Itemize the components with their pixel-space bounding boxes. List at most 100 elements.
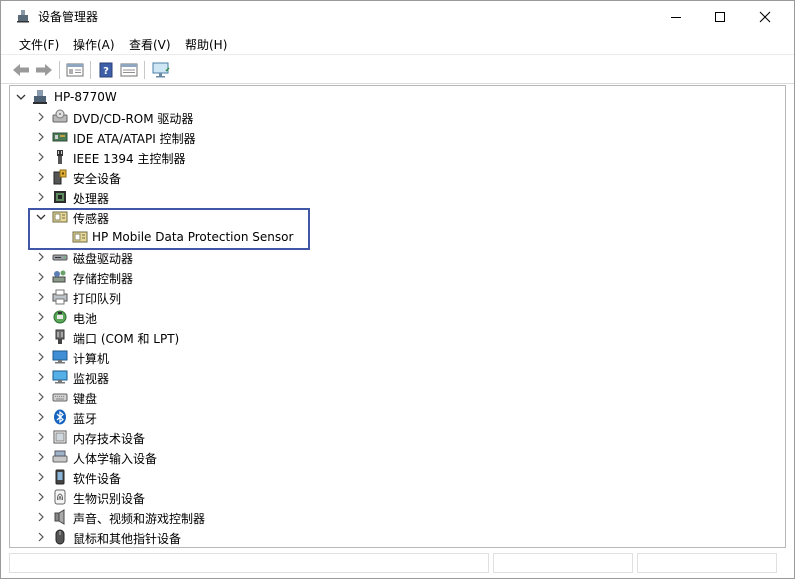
title-bar[interactable]: 设备管理器 (1, 1, 794, 32)
menu-help[interactable]: 帮助(H) (185, 36, 227, 53)
port-icon (55, 329, 65, 344)
tree-category-ide-controller[interactable]: IDE ATA/ATAPI 控制器 (10, 127, 770, 147)
show-hide-console-tree-button[interactable] (65, 60, 85, 80)
tree-category-label: 监视器 (73, 372, 110, 386)
chevron-right-icon[interactable] (36, 312, 46, 322)
tree-category-biometric[interactable]: 生物识别设备 (10, 487, 770, 507)
status-segment (9, 553, 489, 573)
properties-icon (120, 63, 138, 77)
menu-file[interactable]: 文件(F) (19, 36, 59, 53)
close-button[interactable] (742, 1, 788, 32)
tree-category-security-device[interactable]: 安全设备 (10, 167, 770, 187)
tree-category-software-device[interactable]: 软件设备 (10, 467, 770, 487)
tree-category-label: DVD/CD-ROM 驱动器 (73, 112, 194, 126)
device-tree-panel: HP-8770W DVD/CD-ROM 驱动器 IDE ATA/ATAPI 控制器… (9, 85, 786, 548)
device-manager-window: 设备管理器 文件(F) 操作(A) 查看(V) 帮助(H) ? HP-8770W… (0, 0, 795, 579)
chevron-right-icon[interactable] (36, 152, 46, 162)
chevron-right-icon[interactable] (36, 532, 46, 542)
tree-category-label: IDE ATA/ATAPI 控制器 (73, 132, 196, 146)
tree-category-memory-device[interactable]: 内存技术设备 (10, 427, 770, 447)
hid-icon (52, 450, 68, 463)
tree-category-storage-controller[interactable]: 存储控制器 (10, 267, 770, 287)
mouse-icon (55, 529, 65, 545)
chevron-right-icon[interactable] (36, 372, 46, 382)
tree-category-label: 处理器 (73, 192, 110, 206)
chevron-right-icon[interactable] (36, 332, 46, 342)
tree-category-label: 软件设备 (73, 472, 122, 486)
console-tree-icon (66, 63, 84, 77)
chevron-right-icon[interactable] (36, 132, 46, 142)
firewire-icon (57, 150, 63, 164)
chevron-down-icon[interactable] (16, 92, 26, 102)
menu-bar: 文件(F) 操作(A) 查看(V) 帮助(H) (1, 32, 794, 54)
scan-monitor-icon (152, 62, 170, 78)
chevron-right-icon[interactable] (36, 412, 46, 422)
maximize-button[interactable] (697, 1, 743, 32)
tree-category-label: 键盘 (73, 392, 98, 406)
tree-category-firewire[interactable]: IEEE 1394 主控制器 (10, 147, 770, 167)
tree-category-label: 电池 (73, 312, 98, 326)
chevron-right-icon[interactable] (36, 432, 46, 442)
svg-text:?: ? (103, 66, 109, 77)
tree-category-label: IEEE 1394 主控制器 (73, 152, 186, 166)
window-title: 设备管理器 (38, 10, 99, 24)
chevron-right-icon[interactable] (36, 192, 46, 202)
chevron-right-icon[interactable] (36, 172, 46, 182)
tree-category-label: 声音、视频和游戏控制器 (73, 512, 206, 526)
tree-category-disk-drive[interactable]: 磁盘驱动器 (10, 247, 770, 267)
menu-action[interactable]: 操作(A) (73, 36, 115, 53)
chevron-right-icon[interactable] (36, 492, 46, 502)
chevron-right-icon[interactable] (36, 292, 46, 302)
tree-category-label: 存储控制器 (73, 272, 134, 286)
tree-category-bluetooth[interactable]: 蓝牙 (10, 407, 770, 427)
battery-icon (53, 310, 67, 324)
security-device-icon (53, 169, 67, 185)
chevron-right-icon[interactable] (36, 512, 46, 522)
storage-controller-icon (52, 270, 66, 283)
status-segment (637, 553, 777, 573)
tree-category-battery[interactable]: 电池 (10, 307, 770, 327)
tree-category-dvd-drive[interactable]: DVD/CD-ROM 驱动器 (10, 107, 770, 127)
computer-icon (52, 350, 68, 364)
chevron-right-icon[interactable] (36, 392, 46, 402)
tree-category-printer[interactable]: 打印队列 (10, 287, 770, 307)
monitor-icon (52, 370, 68, 384)
chevron-right-icon[interactable] (36, 472, 46, 482)
tree-category-keyboard[interactable]: 键盘 (10, 387, 770, 407)
tree-root-node[interactable]: HP-8770W (10, 87, 770, 107)
scan-hardware-button[interactable] (150, 60, 172, 80)
tree-category-port[interactable]: 端口 (COM 和 LPT) (10, 327, 770, 347)
menu-view[interactable]: 查看(V) (129, 36, 171, 53)
forward-button[interactable] (34, 60, 54, 80)
minimize-button[interactable] (653, 1, 699, 32)
chevron-right-icon[interactable] (36, 452, 46, 462)
back-button[interactable] (11, 60, 31, 80)
tree-category-label: 生物识别设备 (73, 492, 146, 506)
tree-category-label: 鼠标和其他指针设备 (73, 532, 182, 546)
bluetooth-icon (54, 409, 66, 425)
tree-category-computer[interactable]: 计算机 (10, 347, 770, 367)
sensor-highlight-box (28, 208, 310, 250)
tree-category-monitor[interactable]: 监视器 (10, 367, 770, 387)
help-button[interactable]: ? (96, 60, 116, 80)
dvd-drive-icon (52, 109, 68, 123)
tree-category-label: 蓝牙 (73, 412, 98, 426)
tree-category-hid[interactable]: 人体学输入设备 (10, 447, 770, 467)
chevron-right-icon[interactable] (36, 112, 46, 122)
status-bar (1, 549, 794, 578)
tree-root-label: HP-8770W (54, 90, 117, 104)
properties-button[interactable] (119, 60, 139, 80)
processor-icon (54, 191, 66, 203)
tree-category-label: 磁盘驱动器 (73, 252, 134, 266)
chevron-right-icon[interactable] (36, 272, 46, 282)
chevron-right-icon[interactable] (36, 252, 46, 262)
tree-category-sound[interactable]: 声音、视频和游戏控制器 (10, 507, 770, 527)
tree-category-label: 端口 (COM 和 LPT) (73, 332, 180, 346)
biometric-icon (54, 489, 66, 505)
tree-category-processor[interactable]: 处理器 (10, 187, 770, 207)
chevron-right-icon[interactable] (36, 352, 46, 362)
tree-category-mouse[interactable]: 鼠标和其他指针设备 (10, 527, 770, 547)
help-book-icon: ? (99, 62, 113, 78)
toolbar-separator (144, 61, 145, 79)
toolbar-separator (59, 61, 60, 79)
